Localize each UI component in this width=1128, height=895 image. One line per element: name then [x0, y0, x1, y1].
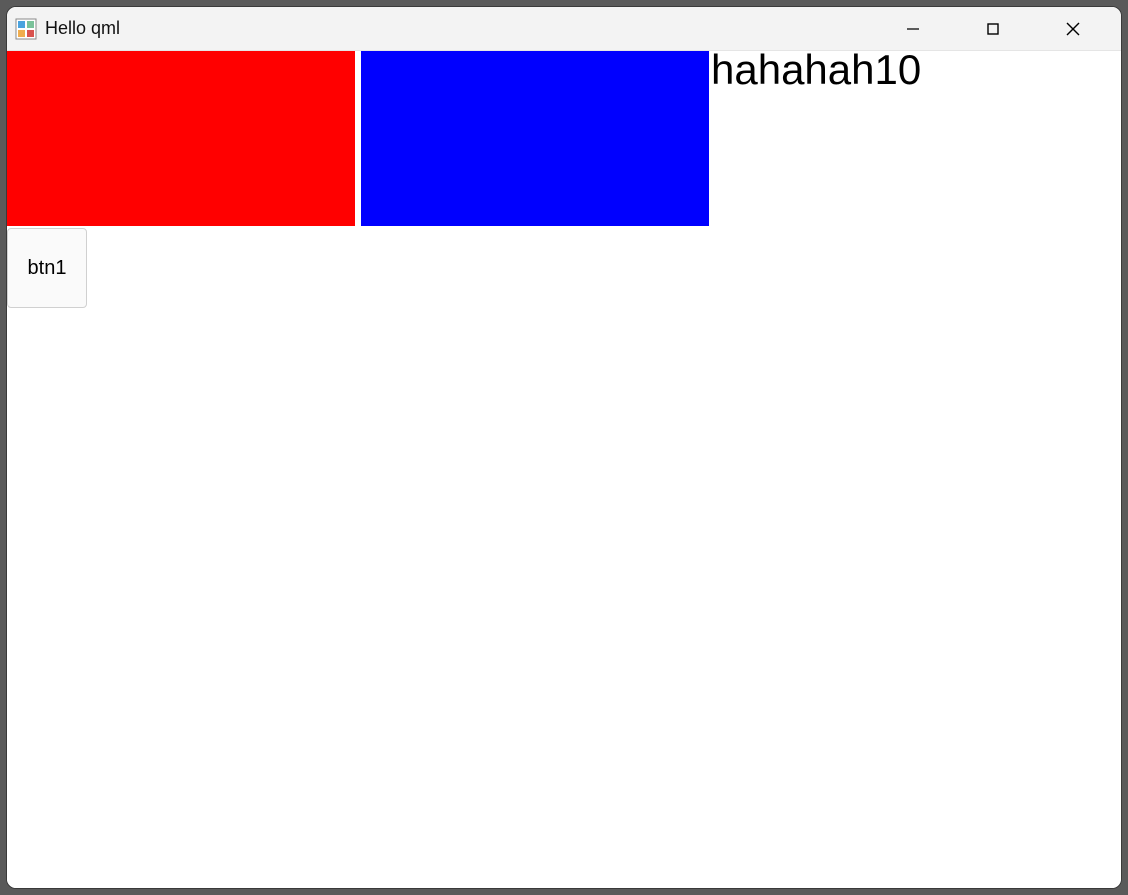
minimize-button[interactable]: [873, 7, 953, 50]
window-controls: [873, 7, 1113, 50]
app-icon: [15, 18, 37, 40]
top-row: hahahah10: [7, 51, 921, 226]
btn1-label: btn1: [28, 257, 67, 280]
text-label: hahahah10: [711, 49, 921, 91]
window-title: Hello qml: [45, 18, 873, 39]
client-area: hahahah10 btn1: [7, 51, 1121, 888]
red-rectangle: [7, 51, 355, 226]
blue-rectangle: [361, 51, 709, 226]
titlebar[interactable]: Hello qml: [7, 7, 1121, 51]
application-window: Hello qml hahahah1: [6, 6, 1122, 889]
maximize-button[interactable]: [953, 7, 1033, 50]
close-button[interactable]: [1033, 7, 1113, 50]
btn1-button[interactable]: btn1: [7, 228, 87, 308]
